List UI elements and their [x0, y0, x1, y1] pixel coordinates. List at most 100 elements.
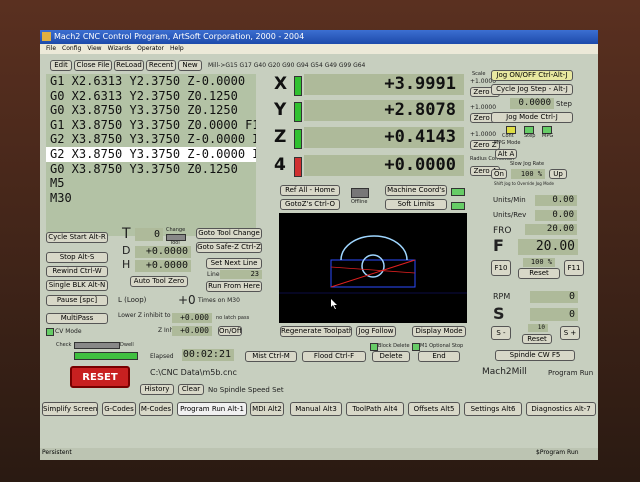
alt-a-button[interactable]: Alt A — [495, 149, 517, 159]
feed-down-button[interactable]: F10 — [491, 260, 511, 276]
recent-button[interactable]: Recent — [146, 60, 176, 71]
end-button[interactable]: End — [418, 351, 460, 362]
tool-diameter-value[interactable]: +0.0000 — [135, 246, 191, 258]
spindle-reset-button[interactable]: Reset — [522, 334, 552, 344]
cycle-jog-step-button[interactable]: Cycle Jog Step - Alt-J — [491, 84, 573, 95]
tab-mdi[interactable]: MDI Alt2 — [250, 402, 284, 416]
line-label: Line — [207, 271, 220, 278]
z-inhibit-value[interactable]: +0.000 — [172, 326, 212, 336]
display-mode-button[interactable]: Display Mode — [412, 326, 466, 337]
spindle-down-button[interactable]: S - — [491, 326, 511, 340]
elapsed-time: 00:02:21 — [182, 349, 234, 361]
multipass-button[interactable]: MultiPass — [46, 313, 108, 324]
m1-optional-led — [412, 343, 420, 351]
goto-zero-button[interactable]: GotoZ's Ctrl-O — [280, 199, 340, 210]
cont-label: Cont — [502, 133, 514, 139]
jog-down-button[interactable]: On — [491, 169, 507, 179]
loop-label: L (Loop) — [118, 296, 147, 304]
menu-view[interactable]: View — [87, 45, 101, 52]
tool-d-label: D — [122, 244, 131, 257]
feedrate-value[interactable]: 20.00 — [518, 239, 578, 255]
regenerate-toolpath-button[interactable]: Regenerate Toolpath — [280, 326, 352, 337]
cycle-start-button[interactable]: Cycle Start Alt-R — [46, 232, 108, 243]
spindle-cw-button[interactable]: Spindle CW F5 — [495, 350, 575, 361]
rewind-button[interactable]: Rewind Ctrl-W — [46, 266, 108, 277]
tool-number-value[interactable]: 0 — [135, 228, 163, 241]
y-axis-label: Y — [274, 100, 287, 120]
tab-simplify-screen[interactable]: Simplify Screen — [42, 402, 98, 416]
tab-manual[interactable]: Manual Alt3 — [290, 402, 342, 416]
gcode-line: M30 — [50, 190, 72, 205]
mach2-window: Mach2 CNC Control Program, ArtSoft Corpo… — [40, 30, 598, 460]
scale-z-value: +1.0000 — [470, 131, 497, 138]
auto-tool-zero-button[interactable]: Auto Tool Zero — [130, 276, 188, 287]
loop-value[interactable]: +0 — [178, 293, 196, 307]
tab-m-codes[interactable]: M-Codes — [139, 402, 173, 416]
elapsed-label: Elapsed — [150, 353, 174, 360]
reset-button[interactable]: RESET — [70, 366, 130, 388]
soft-limits-button[interactable]: Soft Limits — [385, 199, 447, 210]
machine-coords-button[interactable]: Machine Coord's — [385, 185, 447, 196]
tab-diagnostics[interactable]: Diagnostics Alt-7 — [526, 402, 596, 416]
y-dro[interactable]: +2.8078 — [304, 100, 464, 121]
fro-value[interactable]: 20.00 — [525, 224, 577, 235]
delete-button[interactable]: Delete — [372, 351, 410, 362]
line-number-value[interactable]: 23 — [220, 270, 262, 279]
menu-file[interactable]: File — [46, 45, 56, 52]
run-from-here-button[interactable]: Run From Here — [206, 281, 262, 292]
feed-up-button[interactable]: F11 — [564, 260, 584, 276]
single-block-button[interactable]: Single BLK Alt-N — [46, 280, 108, 291]
menu-config[interactable]: Config — [62, 45, 81, 52]
pause-button[interactable]: Pause [spc] — [46, 295, 108, 306]
tool-height-value[interactable]: +0.0000 — [135, 260, 191, 272]
ref-all-home-button[interactable]: Ref All - Home — [280, 185, 340, 196]
goto-tool-change-button[interactable]: Goto Tool Change — [196, 228, 262, 239]
offline-led — [351, 188, 369, 198]
stop-button[interactable]: Stop Alt-S — [46, 252, 108, 263]
jog-up-button[interactable]: Up — [549, 169, 567, 179]
gcode-list[interactable]: G1 X2.6313 Y2.3750 Z-0.0000 G0 X2.6313 Y… — [46, 74, 256, 236]
close-file-button[interactable]: Close File — [74, 60, 112, 71]
gcode-line: G1 X2.6313 Y2.3750 Z-0.0000 — [50, 74, 246, 88]
z-dro[interactable]: +0.4143 — [304, 127, 464, 148]
jog-toggle-button[interactable]: Jog ON/OFF Ctrl-Alt-J — [491, 70, 573, 81]
feed-reset-button[interactable]: Reset — [518, 268, 560, 279]
spindle-s-value[interactable]: 0 — [530, 308, 578, 321]
scale-label: Scale — [472, 71, 486, 77]
clear-button[interactable]: Clear — [178, 384, 204, 395]
toolpath-display[interactable] — [279, 213, 467, 323]
units-min-label: Units/Min — [493, 196, 526, 204]
menu-bar: File Config View Wizards Operator Help — [40, 44, 598, 54]
set-next-line-button[interactable]: Set Next Line — [206, 258, 262, 269]
reload-button[interactable]: ReLoad — [114, 60, 144, 71]
x-dro[interactable]: +3.9991 — [304, 74, 464, 95]
history-button[interactable]: History — [140, 384, 174, 395]
flood-button[interactable]: Flood Ctrl-F — [302, 351, 366, 362]
menu-help[interactable]: Help — [170, 45, 184, 52]
menu-operator[interactable]: Operator — [137, 45, 164, 52]
a-dro[interactable]: +0.0000 — [304, 155, 464, 176]
mouse-cursor-icon — [331, 299, 337, 309]
goto-safe-z-button[interactable]: Goto Safe-Z Ctrl-Z — [196, 242, 262, 253]
edit-button[interactable]: Edit — [50, 60, 72, 71]
mpg-mode-label: MPG Mode — [494, 140, 521, 146]
menu-wizards[interactable]: Wizards — [108, 45, 132, 52]
check-led — [74, 342, 120, 349]
mist-button[interactable]: Mist Ctrl-M — [245, 351, 297, 362]
tool-h-label: H — [122, 258, 131, 271]
spindle-up-button[interactable]: S + — [560, 326, 580, 340]
tab-program-run[interactable]: Program Run Alt-1 — [177, 402, 247, 416]
tab-g-codes[interactable]: G-Codes — [102, 402, 136, 416]
jog-follow-button[interactable]: Jog Follow — [356, 326, 396, 337]
lower-z-value[interactable]: +0.000 — [172, 313, 212, 323]
units-min-value: 0.00 — [535, 195, 577, 206]
jog-mode-button[interactable]: Jog Mode Ctrl-J — [491, 112, 573, 123]
z-inhibit-toggle-button[interactable]: On/Off — [218, 326, 242, 336]
jog-rate-value[interactable]: 100 % — [511, 169, 545, 179]
units-rev-value: 0.00 — [535, 210, 577, 221]
tab-settings[interactable]: Settings Alt6 — [464, 402, 522, 416]
jog-step-value[interactable]: 0.0000 — [510, 98, 554, 109]
tab-offsets[interactable]: Offsets Alt5 — [408, 402, 460, 416]
tab-toolpath[interactable]: ToolPath Alt4 — [346, 402, 404, 416]
new-button[interactable]: New — [178, 60, 202, 71]
